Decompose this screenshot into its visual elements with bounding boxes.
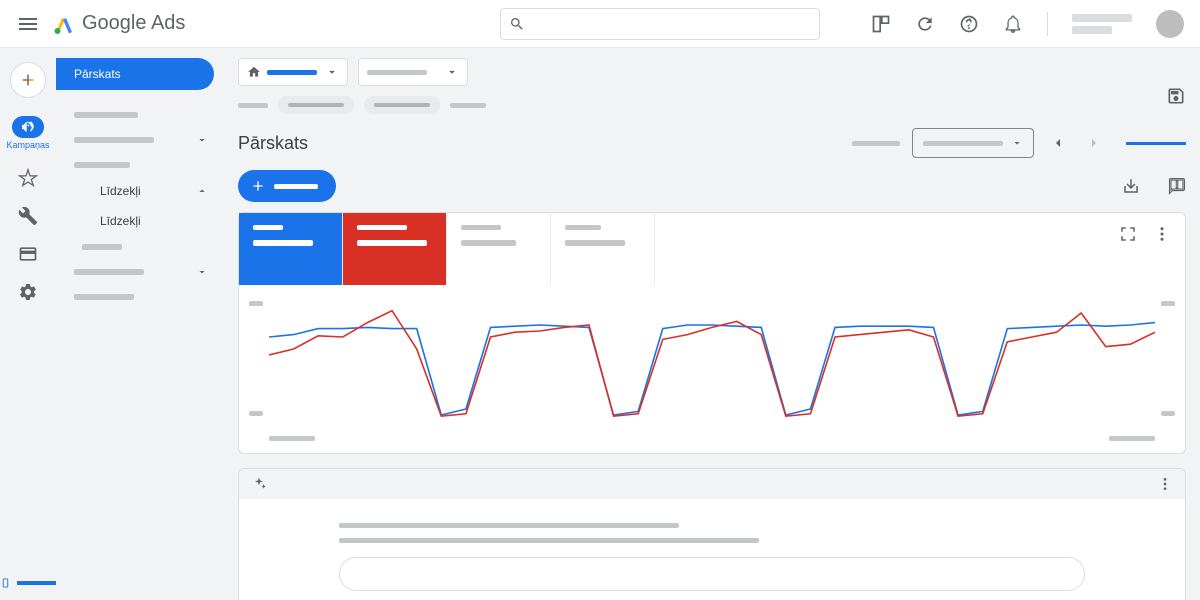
- action-row: [224, 168, 1200, 212]
- create-button[interactable]: [10, 62, 46, 98]
- account-switcher[interactable]: [1072, 14, 1132, 34]
- nav-assets-sub[interactable]: Līdzekļi: [56, 206, 224, 236]
- google-ads-logo-icon: [52, 12, 76, 36]
- secondary-nav: Pārskats Līdzekļi Līdzekļi: [56, 48, 224, 600]
- applied-filters-row: [224, 92, 1200, 118]
- page-header: Pārskats: [224, 118, 1200, 168]
- chevron-down-icon: [196, 134, 208, 146]
- more-menu-icon[interactable]: [1153, 225, 1171, 243]
- megaphone-icon: [20, 119, 36, 135]
- metric-tab-1[interactable]: [239, 213, 343, 285]
- device-icon: [0, 576, 11, 590]
- content-area: Pārskats: [224, 48, 1200, 600]
- rail-campaigns[interactable]: Kampaņas: [0, 116, 56, 150]
- admin-icon[interactable]: [18, 282, 38, 302]
- nav-assets-sub-label: Līdzekļi: [74, 214, 141, 228]
- nav-assets-label: Līdzekļi: [74, 184, 141, 198]
- performance-line-chart: [269, 301, 1155, 421]
- view-label: [852, 141, 900, 146]
- metric-tab-4[interactable]: [551, 213, 655, 285]
- nav-item[interactable]: [56, 104, 224, 126]
- more-menu-icon[interactable]: [1157, 476, 1173, 492]
- goals-icon[interactable]: [18, 168, 38, 188]
- search-icon: [509, 16, 525, 32]
- compare-indicator[interactable]: [1126, 142, 1186, 145]
- filter-label: [238, 103, 268, 108]
- nav-overview[interactable]: Pārskats: [56, 58, 214, 90]
- nav-item[interactable]: [56, 154, 224, 176]
- notifications-icon[interactable]: [1003, 14, 1023, 34]
- product-name: Google Ads: [82, 12, 185, 35]
- tools-icon[interactable]: [18, 206, 38, 226]
- new-campaign-button[interactable]: [238, 170, 336, 202]
- filter-label: [450, 103, 486, 108]
- expand-chart-icon[interactable]: [1119, 225, 1137, 243]
- chart-x-end-label: [1109, 436, 1155, 441]
- plus-icon: [250, 178, 266, 194]
- date-prev-button[interactable]: [1046, 131, 1070, 155]
- nav-item[interactable]: [56, 126, 224, 154]
- dropdown-arrow-icon: [1011, 137, 1023, 149]
- hamburger-menu-icon[interactable]: [16, 12, 40, 36]
- filter-chip[interactable]: [364, 96, 440, 114]
- left-rail: Kampaņas: [0, 48, 56, 600]
- billing-icon[interactable]: [18, 244, 38, 264]
- nav-item[interactable]: [56, 286, 224, 308]
- sparkle-icon: [251, 476, 267, 492]
- nav-item[interactable]: [56, 236, 224, 258]
- feedback-icon[interactable]: [1168, 177, 1186, 195]
- nav-assets-group[interactable]: Līdzekļi: [56, 176, 224, 206]
- search-box[interactable]: [500, 8, 820, 40]
- date-range-picker[interactable]: [912, 128, 1034, 158]
- product-logo[interactable]: Google Ads: [52, 12, 185, 36]
- header-divider: [1047, 12, 1048, 36]
- insight-subtitle: [339, 538, 759, 543]
- performance-chart-card: [238, 212, 1186, 454]
- rail-campaigns-label: Kampaņas: [6, 140, 49, 150]
- filter-chip[interactable]: [278, 96, 354, 114]
- metric-tab-3[interactable]: [447, 213, 551, 285]
- insight-card: [238, 468, 1186, 600]
- header-actions: [871, 10, 1184, 38]
- refresh-icon[interactable]: [915, 14, 935, 34]
- chevron-down-icon: [196, 266, 208, 278]
- dropdown-arrow-icon: [445, 65, 459, 79]
- appearance-icon[interactable]: [871, 14, 891, 34]
- help-icon[interactable]: [959, 14, 979, 34]
- user-avatar[interactable]: [1156, 10, 1184, 38]
- campaign-filter-chip[interactable]: [358, 58, 468, 86]
- download-icon[interactable]: [1122, 177, 1140, 195]
- insight-title: [339, 523, 679, 528]
- metric-tab-2[interactable]: [343, 213, 447, 285]
- chart-x-start-label: [269, 436, 315, 441]
- dropdown-arrow-icon: [325, 65, 339, 79]
- insight-input[interactable]: [339, 557, 1085, 591]
- home-icon: [247, 65, 261, 79]
- chevron-up-icon: [196, 185, 208, 197]
- date-next-button[interactable]: [1082, 131, 1106, 155]
- app-header: Google Ads: [0, 0, 1200, 48]
- nav-item[interactable]: [56, 258, 224, 286]
- rail-bottom-link[interactable]: [0, 576, 56, 590]
- account-filter-chip[interactable]: [238, 58, 348, 86]
- page-title: Pārskats: [238, 133, 308, 154]
- save-view-icon[interactable]: [1166, 86, 1186, 111]
- search-input[interactable]: [533, 16, 811, 31]
- top-filter-bar: [224, 48, 1200, 92]
